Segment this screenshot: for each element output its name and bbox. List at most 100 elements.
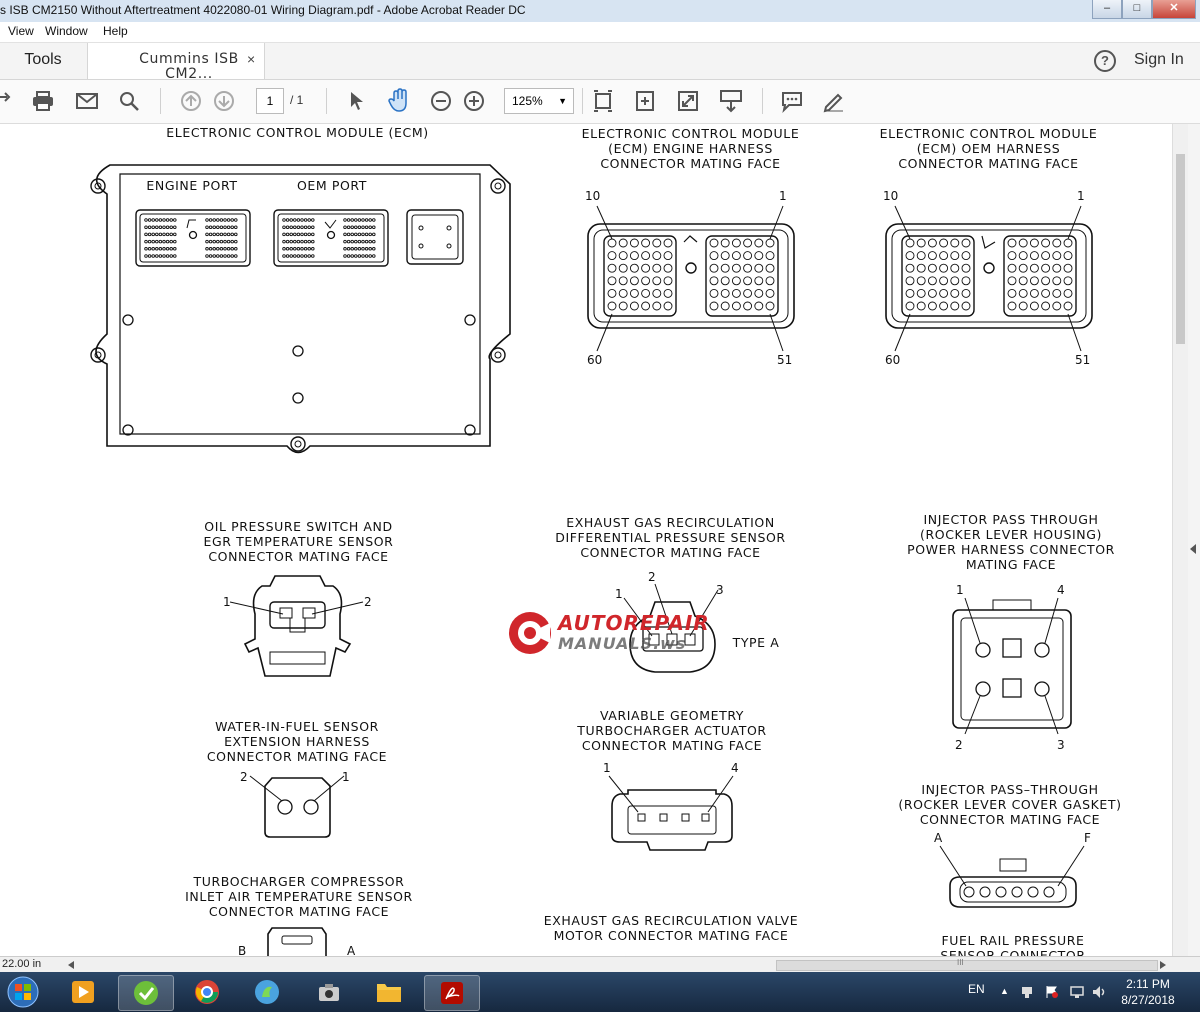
ecm-pin [144, 254, 148, 258]
menu-view[interactable]: View [8, 24, 34, 38]
oem-connector-pin [927, 301, 937, 311]
parrot-app-icon[interactable] [240, 975, 294, 1009]
ecm-pin [296, 225, 301, 229]
search-icon[interactable] [116, 88, 142, 114]
ecm-pin [162, 232, 166, 237]
next-page-icon[interactable] [211, 88, 237, 114]
display-tray-icon[interactable] [1070, 985, 1084, 999]
oil-pin-1: 1 [223, 595, 231, 609]
app-green-icon[interactable] [118, 975, 174, 1011]
oem-connector-pin [1063, 263, 1073, 273]
fullscreen-icon[interactable] [675, 88, 701, 114]
hand-tool-icon[interactable] [386, 88, 412, 114]
oem-connector-pin [939, 263, 949, 273]
menu-help[interactable]: Help [103, 24, 128, 38]
sign-in-link[interactable]: Sign In [1134, 51, 1184, 69]
oem-connector-pin [1018, 263, 1028, 273]
ecm-pin [307, 247, 311, 251]
ecm-pin [285, 225, 290, 229]
engine-connector-pin [663, 238, 673, 248]
expand-pane-icon[interactable] [1190, 544, 1198, 554]
engine-connector-pin [663, 251, 673, 261]
status-bar: 22.00 in III [0, 956, 1200, 973]
oem-connector-pin [939, 276, 949, 286]
vertical-scrollbar[interactable] [1172, 124, 1189, 956]
oem-connector-pin [939, 288, 949, 298]
engine-pin-1: 1 [779, 189, 787, 203]
egr-diff-title: EXHAUST GAS RECIRCULATION DIFFERENTIAL P… [555, 515, 786, 560]
fit-page-icon[interactable] [590, 88, 616, 114]
close-window-button[interactable]: ✕ [1152, 0, 1196, 19]
maximize-button[interactable]: □ [1122, 0, 1152, 19]
oem-connector-pin [1029, 238, 1039, 248]
ecm-pin [372, 254, 376, 258]
system-clock[interactable]: 2:11 PM 8/27/2018 [1118, 976, 1178, 1008]
engine-connector-pin [652, 251, 662, 261]
engine-connector-pin [663, 288, 673, 298]
tab-document[interactable]: Cummins ISB CM2... × [87, 43, 265, 82]
chrome-icon[interactable] [180, 975, 234, 1009]
network-tray-icon[interactable] [1020, 985, 1034, 999]
engine-connector-pin [629, 238, 639, 248]
start-button[interactable] [0, 975, 46, 1009]
sign-pen-icon[interactable] [821, 88, 847, 114]
comment-icon[interactable] [779, 88, 805, 114]
oem-connector-pin [1018, 288, 1028, 298]
oem-connector-pin [961, 263, 971, 273]
zoom-out-icon[interactable] [428, 88, 454, 114]
clock-time: 2:11 PM [1126, 977, 1170, 991]
ecm-pin [289, 239, 293, 244]
horizontal-scrollbar[interactable]: III [776, 958, 1158, 971]
camera-app-icon[interactable] [302, 975, 356, 1009]
email-icon[interactable] [74, 88, 100, 114]
file-explorer-icon[interactable] [362, 975, 416, 1009]
oem-connector-pin [905, 288, 915, 298]
ecm-pin [311, 232, 315, 237]
select-cursor-icon[interactable] [344, 88, 370, 114]
help-icon[interactable]: ? [1094, 50, 1116, 72]
oem-connector-pin [961, 288, 971, 298]
menu-window[interactable]: Window [45, 24, 88, 38]
zoom-in-icon[interactable] [461, 88, 487, 114]
language-indicator[interactable]: EN [968, 982, 985, 996]
page-number-input[interactable]: 1 [256, 88, 284, 114]
ecm-pin [354, 232, 358, 237]
acrobat-reader-icon[interactable] [424, 975, 480, 1011]
ecm-pin [212, 225, 216, 229]
share-icon[interactable] [0, 88, 18, 114]
oem-connector-pin [927, 288, 937, 298]
oem-connector-pin [950, 251, 960, 261]
ecm-pin [208, 254, 213, 258]
ecm-pin [234, 239, 238, 244]
ecm-pin [230, 247, 234, 251]
scroll-mode-icon[interactable] [718, 88, 744, 114]
previous-page-icon[interactable] [178, 88, 204, 114]
engine-connector-pin [607, 301, 617, 311]
action-center-flag-icon[interactable] [1045, 985, 1059, 999]
right-pane-toggle[interactable] [1188, 124, 1200, 956]
minimize-button[interactable]: – [1092, 0, 1122, 19]
ecm-pin [296, 232, 301, 237]
oem-connector-pin [1029, 288, 1039, 298]
document-page[interactable]: ELECTRONIC CONTROL MODULE (ECM) ENGINE P… [0, 124, 1172, 956]
media-player-icon[interactable] [56, 975, 110, 1009]
ecm-pin [354, 254, 358, 258]
ecm-pin [223, 254, 227, 258]
zoom-level-select[interactable]: 125% ▼ [504, 88, 574, 114]
ecm-pin [162, 225, 166, 229]
engine-connector-pin [709, 288, 719, 298]
print-icon[interactable] [30, 88, 56, 114]
scroll-right-icon[interactable] [1160, 961, 1168, 969]
tab-tools[interactable]: Tools [0, 43, 86, 79]
menu-bar: View Window Help [0, 22, 1200, 43]
ecm-pin [364, 225, 369, 229]
close-tab-icon[interactable]: × [247, 51, 255, 67]
engine-connector-pin [652, 238, 662, 248]
rotate-icon[interactable] [632, 88, 658, 114]
vertical-scroll-thumb[interactable] [1176, 154, 1185, 344]
engine-connector-pin [765, 276, 775, 286]
volume-icon[interactable] [1092, 985, 1108, 999]
scroll-left-icon[interactable] [68, 961, 76, 969]
ecm-pin [285, 254, 290, 258]
tray-expand-icon[interactable]: ▲ [1000, 986, 1009, 996]
